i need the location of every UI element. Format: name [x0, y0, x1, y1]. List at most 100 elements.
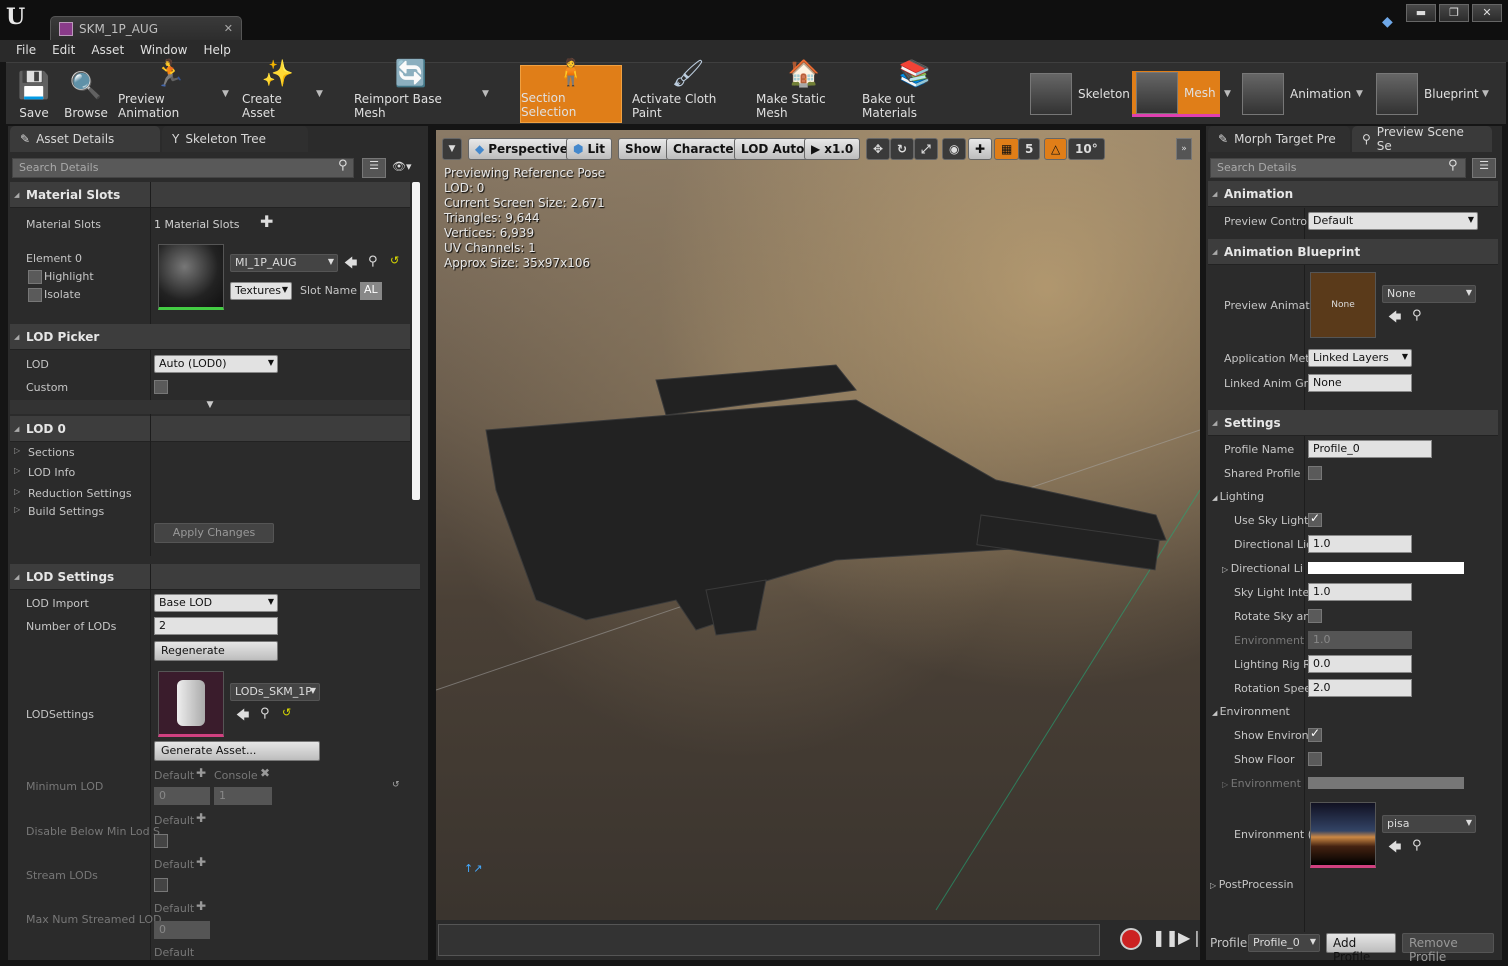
lods-browse-icon[interactable]: ⚲: [260, 706, 270, 721]
minimize-button[interactable]: ▬: [1406, 4, 1436, 22]
preview-animation-button[interactable]: 🏃 Preview Animation: [118, 59, 222, 123]
section-lod-settings[interactable]: LOD Settings: [10, 564, 420, 590]
menu-asset[interactable]: Asset: [83, 40, 132, 62]
tree-build-settings[interactable]: Build Settings: [14, 505, 104, 518]
remove-platform-icon[interactable]: ✖: [260, 766, 270, 780]
material-thumbnail[interactable]: [158, 244, 224, 310]
section-animation[interactable]: Animation: [1208, 181, 1498, 207]
anim-blueprint-thumbnail[interactable]: None: [1310, 272, 1376, 338]
slot-name-field[interactable]: AL: [360, 282, 382, 300]
panel-scrollbar[interactable]: [412, 182, 420, 500]
tab-preview-scene-settings[interactable]: ⚲ Preview Scene Se: [1352, 125, 1492, 153]
expand-advanced-icon[interactable]: ▼: [10, 400, 410, 414]
show-button[interactable]: Show: [618, 138, 669, 160]
textures-combo[interactable]: Textures: [230, 282, 292, 300]
bake-out-materials-button[interactable]: 📚 Bake out Materials: [862, 59, 968, 123]
grid-snap-icon[interactable]: ▦: [994, 138, 1020, 160]
record-icon[interactable]: [1120, 928, 1142, 950]
lod-combo[interactable]: Auto (LOD0): [154, 355, 278, 373]
timeline-track[interactable]: [438, 924, 1100, 956]
isolate-checkbox[interactable]: [28, 288, 42, 302]
profile-name-field[interactable]: Profile_0: [1308, 440, 1432, 458]
mode-animation[interactable]: Animation: [1242, 71, 1351, 117]
tree-reduction-settings[interactable]: Reduction Settings: [14, 487, 132, 500]
step-forward-icon[interactable]: ▶❘: [1178, 928, 1204, 947]
use-selected-arrow-icon[interactable]: 🡄: [344, 254, 357, 276]
min-lod-default-field[interactable]: 0: [154, 787, 210, 805]
lighting-rig-rotation-field[interactable]: 0.0: [1308, 655, 1412, 673]
number-of-lods-field[interactable]: 2: [154, 617, 278, 635]
tree-lod-info[interactable]: LOD Info: [14, 466, 75, 479]
add-material-slot-icon[interactable]: ✚: [260, 212, 273, 231]
browse-magnifier-icon[interactable]: ⚲: [368, 254, 378, 269]
directional-color-group[interactable]: ▷ Directional Li: [1222, 562, 1303, 575]
browse-button[interactable]: 🔍 Browse: [62, 65, 110, 123]
directional-color-swatch[interactable]: [1308, 562, 1464, 574]
disable-below-checkbox[interactable]: [154, 834, 168, 848]
section-lod-picker[interactable]: LOD Picker: [10, 324, 410, 350]
shared-profile-checkbox[interactable]: [1308, 466, 1322, 480]
remove-profile-button[interactable]: Remove Profile: [1402, 933, 1494, 964]
tab-morph-target-preview[interactable]: ✎ Morph Target Pre: [1208, 126, 1350, 152]
lods-use-selected-icon[interactable]: 🡄: [236, 706, 249, 728]
create-asset-dropdown-icon[interactable]: ▼: [316, 89, 323, 99]
search-details-input[interactable]: Search Details: [12, 158, 354, 178]
cubemap-use-selected-icon[interactable]: 🡄: [1388, 838, 1401, 860]
surface-snap-icon[interactable]: ✚: [968, 138, 993, 160]
create-asset-button[interactable]: ✨ Create Asset: [242, 59, 314, 123]
preview-controller-combo[interactable]: Default: [1308, 212, 1478, 230]
section-lod-0[interactable]: LOD 0: [10, 416, 410, 442]
add-profile-button[interactable]: Add Profile: [1326, 933, 1396, 964]
close-window-button[interactable]: ✕: [1472, 4, 1502, 22]
cubemap-browse-icon[interactable]: ⚲: [1412, 838, 1422, 853]
lighting-group[interactable]: ◢ Lighting: [1212, 490, 1264, 503]
min-lod-console-field[interactable]: 1: [214, 787, 272, 805]
lods-reset-icon[interactable]: ↺: [282, 706, 291, 719]
viewport-options-icon[interactable]: ▼: [442, 138, 462, 160]
disable-add-platform-icon[interactable]: ✚: [196, 811, 206, 825]
environment-intensity-field[interactable]: 1.0: [1308, 631, 1412, 649]
stream-add-platform-icon[interactable]: ✚: [196, 855, 206, 869]
lit-button[interactable]: ⬢ Lit: [566, 138, 612, 160]
mode-blueprint[interactable]: Blueprint: [1376, 71, 1479, 117]
rotation-speed-field[interactable]: 2.0: [1308, 679, 1412, 697]
make-static-mesh-button[interactable]: 🏠 Make Static Mesh: [756, 59, 852, 123]
anim-browse-icon[interactable]: ⚲: [1412, 308, 1422, 323]
use-sky-light-checkbox[interactable]: [1308, 511, 1322, 527]
min-lod-reset-icon[interactable]: ↺: [392, 780, 400, 790]
preview-viewport[interactable]: ▼ ◆ Perspective ⬢ Lit Show Character LOD A…: [436, 130, 1200, 920]
document-tab[interactable]: SKM_1P_AUG ✕: [50, 16, 242, 40]
view-options-list-icon[interactable]: ☰: [362, 158, 386, 178]
coordinate-space-icon[interactable]: ◉: [942, 138, 967, 160]
section-material-slots[interactable]: Material Slots: [10, 182, 410, 208]
preview-animation-dropdown-icon[interactable]: ▼: [222, 89, 229, 99]
anim-use-selected-icon[interactable]: 🡄: [1388, 308, 1401, 330]
reimport-dropdown-icon[interactable]: ▼: [482, 89, 489, 99]
max-streamed-field[interactable]: 0: [154, 921, 210, 939]
menu-file[interactable]: File: [8, 40, 44, 62]
animation-dropdown-icon[interactable]: ▼: [1356, 89, 1363, 99]
translate-icon[interactable]: ✥: [866, 138, 891, 160]
environment-cubemap-combo[interactable]: pisa: [1382, 815, 1476, 833]
section-settings[interactable]: Settings: [1208, 410, 1498, 436]
source-control-icon[interactable]: ◆: [1382, 14, 1393, 30]
show-environment-checkbox[interactable]: [1308, 726, 1322, 742]
lod-settings-thumbnail[interactable]: [158, 671, 224, 737]
environment-cubemap-thumbnail[interactable]: [1310, 802, 1376, 868]
sky-light-intensity-field[interactable]: 1.0: [1308, 583, 1412, 601]
mesh-dropdown-icon[interactable]: ▼: [1224, 89, 1231, 99]
section-animation-blueprint[interactable]: Animation Blueprint: [1208, 239, 1498, 265]
apply-changes-button[interactable]: Apply Changes: [154, 523, 274, 543]
save-button[interactable]: 💾 Save: [12, 65, 56, 123]
anim-blueprint-combo[interactable]: None: [1382, 285, 1476, 303]
rotation-snap-value[interactable]: 10°: [1068, 138, 1105, 160]
environment-color-group[interactable]: ▷ Environment: [1222, 777, 1301, 790]
add-platform-icon[interactable]: ✚: [196, 766, 206, 780]
eye-visibility-icon[interactable]: 👁▾: [392, 160, 412, 173]
menu-edit[interactable]: Edit: [44, 40, 83, 62]
tab-asset-details[interactable]: ✎ Asset Details: [10, 126, 160, 152]
perspective-button[interactable]: ◆ Perspective: [468, 138, 575, 160]
material-combo[interactable]: MI_1P_AUG: [230, 254, 338, 272]
environment-group[interactable]: ◢ Environment: [1212, 705, 1290, 718]
mode-mesh[interactable]: Mesh: [1132, 71, 1220, 117]
